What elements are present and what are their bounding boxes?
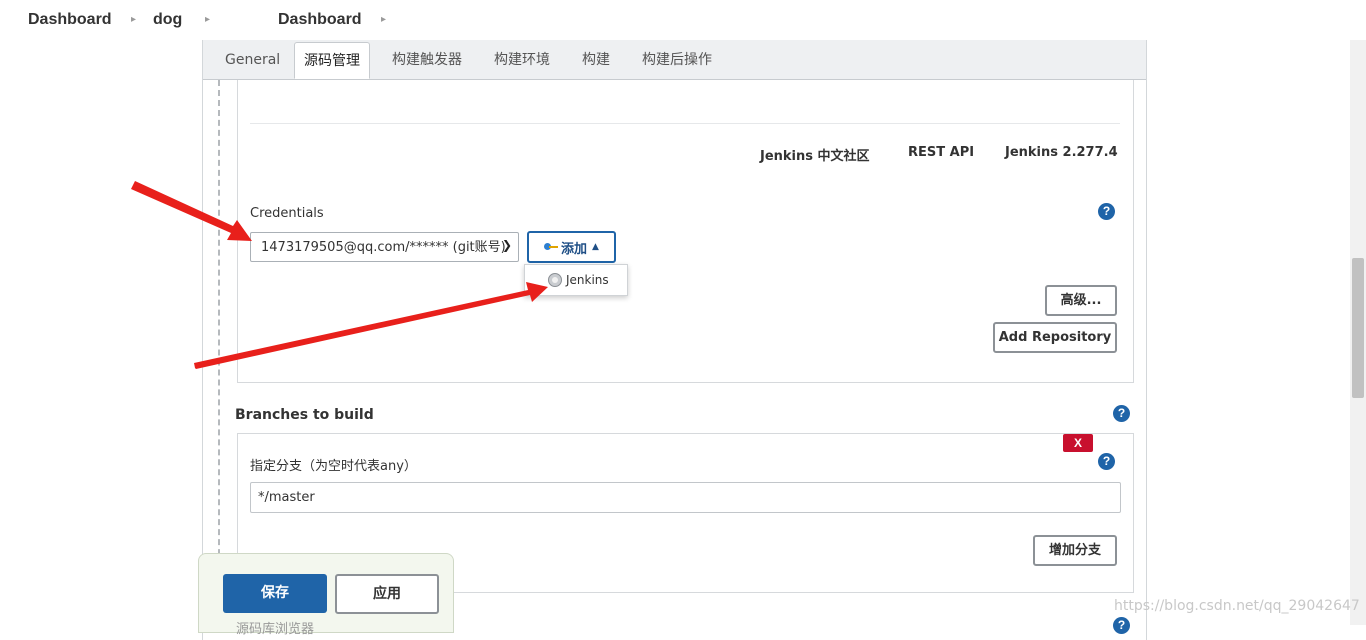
help-icon[interactable]: ? [1098,203,1115,220]
breadcrumb-dashboard-2[interactable]: Dashboard [278,11,362,29]
apply-button[interactable]: 应用 [335,574,439,614]
breadcrumb-dashboard[interactable]: Dashboard [28,11,112,29]
community-link[interactable]: Jenkins 中文社区 [760,145,870,164]
menu-item-jenkins[interactable]: Jenkins [566,273,609,287]
watermark: https://blog.csdn.net/qq_29042647 [1114,598,1360,614]
rest-api-link[interactable]: REST API [908,145,974,160]
help-icon[interactable]: ? [1113,617,1130,634]
credentials-label: Credentials [250,206,324,221]
branch-specifier-input[interactable]: */master [250,482,1121,513]
add-credentials-button[interactable]: 添加 ▲ [527,231,616,263]
add-repository-button[interactable]: Add Repository [993,322,1117,353]
chevron-right-icon[interactable]: ▸ [131,14,136,25]
tab-bar: General 源码管理 构建触发器 构建环境 构建 构建后操作 [203,40,1146,80]
delete-branch-button[interactable]: X [1063,434,1093,452]
section-divider [218,80,220,625]
branches-section-title: Branches to build [235,407,374,423]
help-icon[interactable]: ? [1113,405,1130,422]
key-icon [544,243,559,251]
version-link[interactable]: Jenkins 2.277.4 [1005,145,1118,160]
help-icon[interactable]: ? [1098,453,1115,470]
chevron-down-icon: ❯ [502,238,513,252]
tab-build-environment[interactable]: 构建环境 [494,40,550,80]
advanced-button[interactable]: 高级... [1045,285,1117,316]
branch-field-label: 指定分支（为空时代表any） [250,459,417,474]
add-credentials-label: 添加 [561,241,588,257]
breadcrumb-dog[interactable]: dog [153,11,182,29]
tab-post-build[interactable]: 构建后操作 [642,40,712,80]
footer-strip [250,123,1120,181]
save-button[interactable]: 保存 [223,574,327,613]
tab-build-triggers[interactable]: 构建触发器 [392,40,462,80]
tab-general[interactable]: General [225,40,280,80]
jenkins-icon [548,273,562,287]
browser-section-label: 源码库浏览器 [236,622,315,637]
scrollbar-thumb[interactable] [1352,258,1364,398]
breadcrumb: Dashboard ▸ dog ▸ Dashboard ▸ [0,0,1366,40]
credentials-select[interactable]: 1473179505@qq.com/****** (git账号) [250,232,519,262]
tab-build[interactable]: 构建 [582,40,610,80]
chevron-right-icon[interactable]: ▸ [381,14,386,25]
credentials-provider-menu: Jenkins [524,264,628,296]
caret-up-icon: ▲ [592,242,599,252]
add-branch-button[interactable]: 增加分支 [1033,535,1117,566]
chevron-right-icon[interactable]: ▸ [205,14,210,25]
tab-source-code[interactable]: 源码管理 [294,42,370,79]
